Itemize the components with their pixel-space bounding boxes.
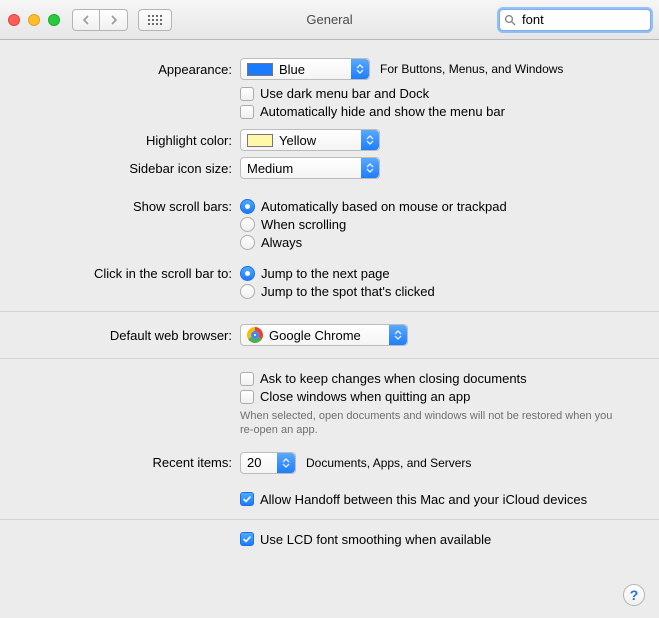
scrollbars-opt-1: When scrolling: [261, 217, 346, 232]
chrome-icon: [247, 327, 263, 343]
highlight-label: Highlight color:: [20, 133, 240, 148]
highlight-select[interactable]: Yellow: [240, 129, 380, 151]
dropdown-arrows-icon: [361, 130, 379, 150]
close-windows-checkbox[interactable]: [240, 390, 254, 404]
browser-value: Google Chrome: [269, 328, 383, 343]
separator: [0, 311, 659, 312]
nav-back-forward: [72, 9, 128, 31]
browser-label: Default web browser:: [20, 328, 240, 343]
recent-items-value: 20: [247, 455, 271, 470]
clickbar-opt-1: Jump to the spot that's clicked: [261, 284, 435, 299]
scrollbars-radio-always[interactable]: [240, 235, 255, 250]
minimize-window-button[interactable]: [28, 14, 40, 26]
ask-keep-changes-label: Ask to keep changes when closing documen…: [260, 371, 527, 386]
clickbar-opt-0: Jump to the next page: [261, 266, 390, 281]
highlight-value: Yellow: [279, 133, 355, 148]
clickbar-radio-spot[interactable]: [240, 284, 255, 299]
lcd-smoothing-checkbox[interactable]: [240, 532, 254, 546]
close-windows-note: When selected, open documents and window…: [240, 409, 620, 438]
zoom-window-button[interactable]: [48, 14, 60, 26]
clickbar-radio-nextpage[interactable]: [240, 266, 255, 281]
separator: [0, 358, 659, 359]
recent-items-select[interactable]: 20: [240, 452, 296, 474]
content-area: Appearance: Blue For Buttons, Menus, and…: [0, 40, 659, 618]
appearance-value: Blue: [279, 62, 345, 77]
window-toolbar: General: [0, 0, 659, 40]
appearance-label: Appearance:: [20, 62, 240, 77]
clickbar-label: Click in the scroll bar to:: [20, 266, 240, 281]
window-title: General: [306, 12, 352, 27]
ask-keep-changes-checkbox[interactable]: [240, 372, 254, 386]
appearance-swatch: [247, 63, 273, 76]
sidebar-size-label: Sidebar icon size:: [20, 161, 240, 176]
dropdown-arrows-icon: [277, 453, 295, 473]
scrollbars-opt-2: Always: [261, 235, 302, 250]
search-field-wrapper[interactable]: [499, 9, 651, 31]
dropdown-arrows-icon: [351, 59, 369, 79]
highlight-swatch: [247, 134, 273, 147]
search-icon: [504, 14, 516, 26]
scrollbars-label: Show scroll bars:: [20, 199, 240, 214]
dropdown-arrows-icon: [389, 325, 407, 345]
back-button[interactable]: [72, 9, 100, 31]
forward-button[interactable]: [100, 9, 128, 31]
handoff-checkbox[interactable]: [240, 492, 254, 506]
close-window-button[interactable]: [8, 14, 20, 26]
search-input[interactable]: [520, 11, 659, 28]
handoff-label: Allow Handoff between this Mac and your …: [260, 492, 587, 507]
appearance-hint: For Buttons, Menus, and Windows: [380, 62, 563, 76]
auto-hide-menubar-checkbox[interactable]: [240, 105, 254, 119]
window-controls: [8, 14, 60, 26]
dark-menu-checkbox[interactable]: [240, 87, 254, 101]
help-button[interactable]: ?: [623, 584, 645, 606]
show-all-button[interactable]: [138, 9, 172, 31]
auto-hide-menubar-label: Automatically hide and show the menu bar: [260, 104, 505, 119]
recent-items-label: Recent items:: [20, 455, 240, 470]
sidebar-size-select[interactable]: Medium: [240, 157, 380, 179]
close-windows-label: Close windows when quitting an app: [260, 389, 470, 404]
scrollbars-radio-auto[interactable]: [240, 199, 255, 214]
scrollbars-opt-0: Automatically based on mouse or trackpad: [261, 199, 507, 214]
appearance-select[interactable]: Blue: [240, 58, 370, 80]
dark-menu-label: Use dark menu bar and Dock: [260, 86, 429, 101]
scrollbars-radio-scrolling[interactable]: [240, 217, 255, 232]
sidebar-size-value: Medium: [247, 161, 355, 176]
dropdown-arrows-icon: [361, 158, 379, 178]
lcd-smoothing-label: Use LCD font smoothing when available: [260, 532, 491, 547]
separator: [0, 519, 659, 520]
recent-items-hint: Documents, Apps, and Servers: [306, 456, 471, 470]
browser-select[interactable]: Google Chrome: [240, 324, 408, 346]
